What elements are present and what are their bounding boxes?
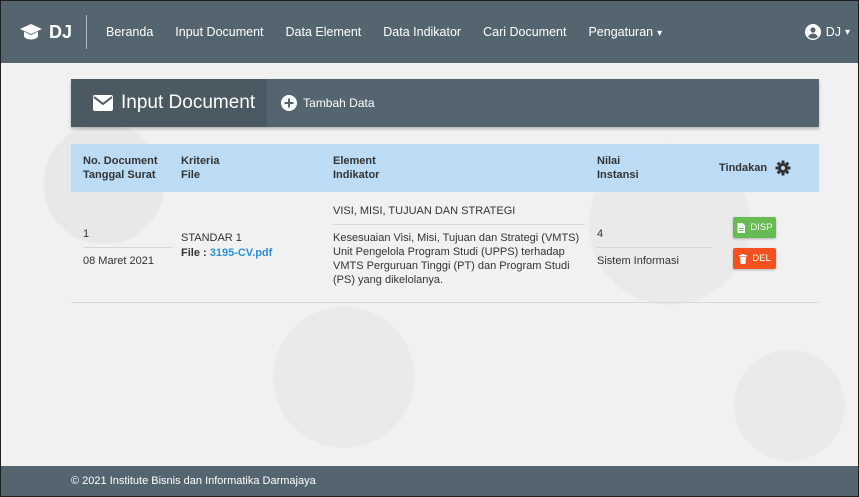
indikator-value: Kesesuaian Visi, Misi, Tujuan dan Strate… xyxy=(333,232,580,286)
disp-label: DISP xyxy=(750,222,773,233)
file-prefix: File : xyxy=(181,247,207,259)
nav-menu: Beranda Input Document Data Element Data… xyxy=(95,25,673,39)
cell-divider xyxy=(597,247,712,248)
header-label: File xyxy=(181,169,200,181)
header-label: Indikator xyxy=(333,169,380,181)
add-data-button[interactable]: Tambah Data xyxy=(281,95,375,111)
panel-title-box: Input Document xyxy=(71,79,268,127)
plus-circle-icon xyxy=(281,95,298,111)
kriteria-value: STANDAR 1 xyxy=(181,232,242,244)
header-nilai: Nilai Instansi xyxy=(597,154,717,182)
page-title: Input Document xyxy=(121,92,256,113)
caret-down-icon: ▾ xyxy=(657,28,663,39)
footer: © 2021 Institute Bisnis dan Informatika … xyxy=(1,466,858,496)
nav-item-data-element[interactable]: Data Element xyxy=(275,25,373,39)
nav-item-data-indikator[interactable]: Data Indikator xyxy=(372,25,472,39)
file-icon xyxy=(737,222,746,233)
file-link[interactable]: 3195-CV.pdf xyxy=(210,247,273,259)
trash-icon xyxy=(739,253,748,264)
header-label: No. Document xyxy=(83,155,158,167)
user-menu[interactable]: DJ ▾ xyxy=(804,1,850,63)
del-label: DEL xyxy=(752,253,771,264)
cell-divider xyxy=(83,247,173,248)
nav-item-pengaturan[interactable]: Pengaturan ▾ xyxy=(577,25,673,39)
document-date: 08 Maret 2021 xyxy=(83,255,154,267)
nilai-value: 4 xyxy=(597,228,604,240)
nav-item-beranda[interactable]: Beranda xyxy=(95,25,164,39)
brand-name: DJ xyxy=(49,21,73,42)
nav-item-input-document[interactable]: Input Document xyxy=(164,25,274,39)
user-circle-icon xyxy=(804,24,821,40)
header-tindakan: Tindakan xyxy=(719,160,819,176)
header-label: Element xyxy=(333,155,376,167)
document-number: 1 xyxy=(83,228,90,240)
panel-header: Input Document Tambah Data xyxy=(71,79,819,127)
cell-kriteria: STANDAR 1 File : 3195-CV.pdf xyxy=(181,232,331,259)
cell-divider xyxy=(333,224,585,225)
header-label: Tindakan xyxy=(719,162,768,174)
nav-item-cari-document[interactable]: Cari Document xyxy=(472,25,577,39)
instansi-value: Sistem Informasi xyxy=(597,255,679,267)
top-navbar: DJ Beranda Input Document Data Element D… xyxy=(1,1,858,63)
envelope-icon xyxy=(93,95,113,111)
add-data-label: Tambah Data xyxy=(303,96,375,110)
nav-item-pengaturan-label: Pengaturan xyxy=(588,25,654,39)
disp-button[interactable]: DISP xyxy=(733,217,776,238)
header-label: Instansi xyxy=(597,169,639,181)
cell-tindakan: DISP DEL xyxy=(733,217,793,269)
user-name: DJ xyxy=(825,25,841,39)
graduation-cap-icon xyxy=(20,24,42,40)
header-kriteria: Kriteria File xyxy=(181,154,331,182)
element-value: VISI, MISI, TUJUAN DAN STRATEGI xyxy=(333,205,516,217)
delete-button[interactable]: DEL xyxy=(733,248,776,269)
table-header: No. Document Tanggal Surat Kriteria File… xyxy=(71,144,819,192)
file-line: File : 3195-CV.pdf xyxy=(181,247,331,259)
gear-icon[interactable] xyxy=(775,160,791,176)
table-row: 1 08 Maret 2021 STANDAR 1 File : 3195-CV… xyxy=(71,192,819,303)
brand-divider xyxy=(86,15,88,49)
header-label: Nilai xyxy=(597,155,621,167)
header-label: Kriteria xyxy=(181,155,220,167)
document-table: No. Document Tanggal Surat Kriteria File… xyxy=(71,144,819,303)
cell-element: VISI, MISI, TUJUAN DAN STRATEGI Kesesuai… xyxy=(333,204,585,287)
brand[interactable]: DJ xyxy=(1,1,72,63)
footer-copyright: © 2021 Institute Bisnis dan Informatika … xyxy=(71,475,316,487)
header-label: Tanggal Surat xyxy=(83,169,156,181)
cell-no-document: 1 08 Maret 2021 xyxy=(83,228,173,267)
header-element: Element Indikator xyxy=(333,154,583,182)
caret-down-icon: ▾ xyxy=(844,26,850,38)
cell-nilai: 4 Sistem Informasi xyxy=(597,228,712,267)
header-no-document: No. Document Tanggal Surat xyxy=(83,154,178,182)
